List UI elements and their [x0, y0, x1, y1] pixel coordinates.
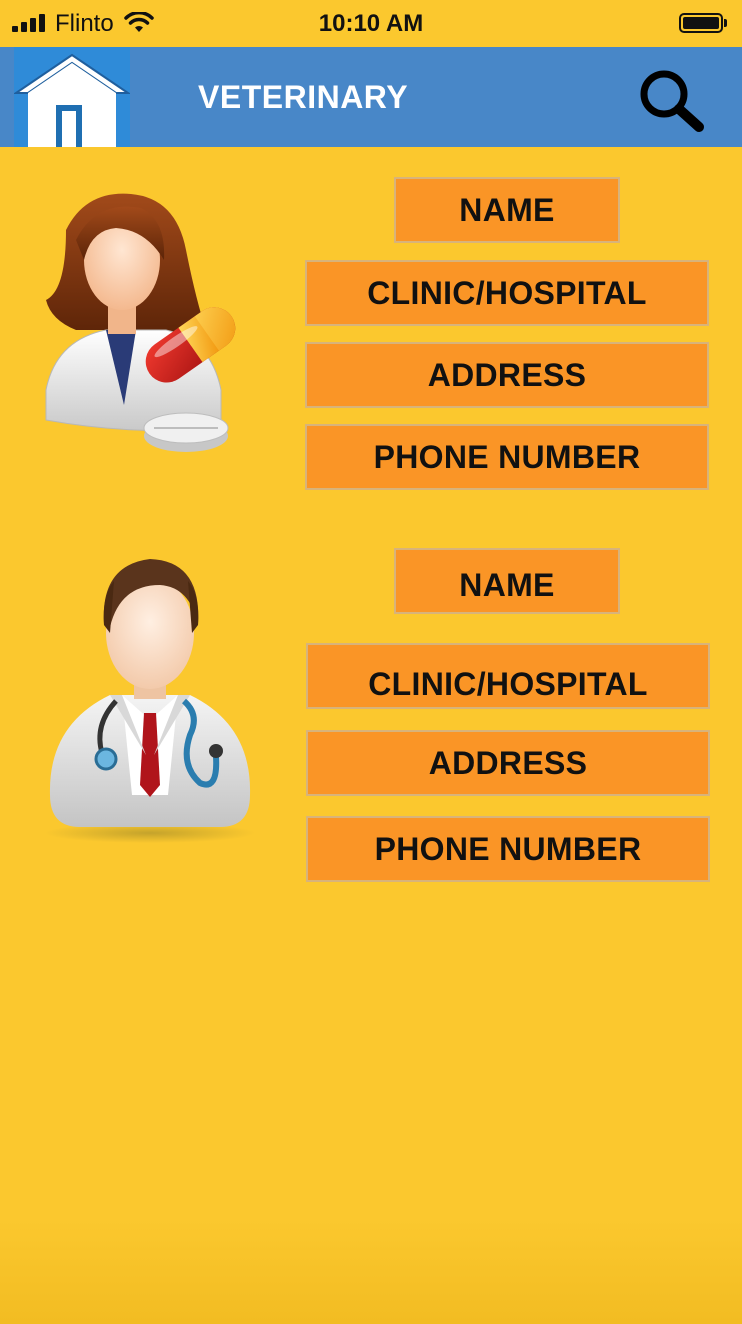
home-icon	[12, 53, 132, 147]
female-doctor-with-pills-icon	[45, 193, 236, 452]
battery-tip	[724, 19, 727, 27]
vet-phone-button[interactable]: PHONE NUMBER	[305, 424, 709, 490]
vet-clinic-button[interactable]: CLINIC/HOSPITAL	[305, 260, 709, 326]
male-doctor-with-stethoscope-icon	[45, 559, 255, 843]
search-button[interactable]	[636, 67, 708, 133]
app-header: VETERINARY	[0, 47, 742, 147]
vet-clinic-button[interactable]: CLINIC/HOSPITAL	[306, 643, 710, 709]
battery-icon	[679, 13, 723, 33]
vet-card: NAME CLINIC/HOSPITAL ADDRESS PHONE NUMBE…	[0, 540, 742, 890]
vet-phone-button[interactable]: PHONE NUMBER	[306, 816, 710, 882]
vet-name-button[interactable]: NAME	[394, 548, 620, 614]
page-title: VETERINARY	[198, 79, 409, 115]
status-bar: Flinto 10:10 AM	[0, 0, 742, 47]
search-icon	[640, 70, 704, 132]
home-button[interactable]	[12, 47, 132, 147]
vet-card: NAME CLINIC/HOSPITAL ADDRESS PHONE NUMBE…	[0, 170, 742, 500]
status-time: 10:10 AM	[318, 10, 424, 37]
app-screen: Flinto 10:10 AM VETERINARY NAME CLINIC/H…	[0, 0, 742, 1324]
vet-name-button[interactable]: NAME	[394, 177, 620, 243]
vet-address-button[interactable]: ADDRESS	[305, 342, 709, 408]
vet-address-button[interactable]: ADDRESS	[306, 730, 710, 796]
